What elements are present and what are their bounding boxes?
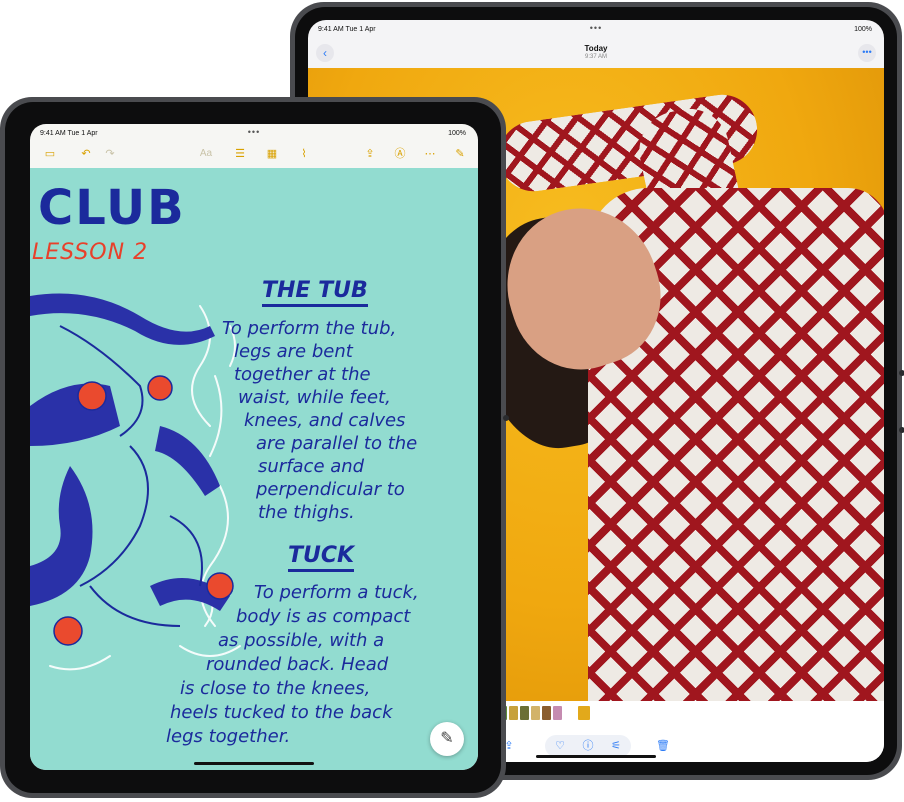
sidebar-icon[interactable]: ▭: [42, 146, 58, 162]
redo-icon[interactable]: ↷: [102, 146, 118, 162]
photos-nav-bar: ‹ Today 9:37 AM •••: [308, 40, 884, 68]
adjust-icon[interactable]: ⚟: [607, 737, 625, 755]
note-line: knees, and calves: [244, 410, 406, 431]
photo-date-title: Today: [584, 44, 608, 53]
thumbnail[interactable]: [553, 706, 562, 720]
note-drawing-canvas[interactable]: CLUB LESSON 2 THE TUB To perform the tub…: [30, 168, 478, 770]
markup-icon[interactable]: Ⓐ: [392, 146, 408, 162]
more-button[interactable]: •••: [858, 44, 876, 62]
multitask-dots[interactable]: •••: [590, 23, 602, 33]
favorite-icon[interactable]: ♡: [551, 737, 569, 755]
notes-screen: 9:41 AM Tue 1 Apr ••• 100% ▭ ↶ ↷ Aa ☰ ▦ …: [30, 124, 478, 770]
home-indicator[interactable]: [194, 762, 314, 765]
note-line: are parallel to the: [256, 433, 418, 454]
undo-icon[interactable]: ↶: [78, 146, 94, 162]
checklist-icon[interactable]: ☰: [232, 146, 248, 162]
note-line: legs are bent: [234, 341, 353, 362]
attachment-icon[interactable]: ⌇: [296, 146, 312, 162]
pencil-tool-button[interactable]: ✎: [430, 722, 464, 756]
battery-indicator: 100%: [448, 130, 466, 137]
note-line: surface and: [258, 456, 365, 477]
thumbnail-current[interactable]: [578, 706, 590, 720]
note-line: together at the: [234, 364, 371, 385]
note-line: is close to the knees,: [180, 678, 371, 699]
photo-time-subtitle: 9:37 AM: [584, 54, 607, 60]
note-line: waist, while feet,: [238, 387, 391, 408]
thumbnail[interactable]: [531, 706, 540, 720]
status-time: 9:41 AM Tue 1 Apr: [40, 130, 98, 137]
note-title: CLUB: [38, 180, 186, 236]
table-icon[interactable]: ▦: [264, 146, 280, 162]
side-button: [503, 415, 509, 421]
share-icon[interactable]: ⇪: [362, 146, 378, 162]
battery-indicator: 100%: [854, 26, 872, 33]
notes-toolbar: ▭ ↶ ↷ Aa ☰ ▦ ⌇ ⇪ Ⓐ ⋯ ✎: [30, 140, 478, 168]
side-button: [899, 427, 904, 433]
note-line: as possible, with a: [218, 630, 385, 651]
more-icon[interactable]: ⋯: [422, 146, 438, 162]
note-line: rounded back. Head: [206, 654, 389, 675]
heading-the-tub: THE TUB: [262, 278, 368, 307]
side-button: [899, 370, 904, 376]
note-line: perpendicular to: [256, 479, 405, 500]
thumbnail[interactable]: [509, 706, 518, 720]
note-lesson: LESSON 2: [32, 240, 149, 265]
thumbnail[interactable]: [520, 706, 529, 720]
photo-actions-pill: ♡ ⓘ ⚟: [545, 735, 631, 757]
delete-icon[interactable]: 🗑: [654, 737, 672, 755]
info-icon[interactable]: ⓘ: [579, 737, 597, 755]
format-button[interactable]: Aa: [198, 146, 214, 162]
note-line: the thighs.: [258, 502, 355, 523]
home-indicator[interactable]: [536, 755, 656, 758]
compose-icon[interactable]: ✎: [452, 146, 468, 162]
thumbnail[interactable]: [542, 706, 551, 720]
status-time: 9:41 AM Tue 1 Apr: [318, 26, 376, 33]
heading-tuck: TUCK: [288, 543, 355, 572]
note-line: heels tucked to the back: [170, 702, 393, 723]
note-line: To perform the tub,: [222, 318, 397, 339]
status-bar: 9:41 AM Tue 1 Apr ••• 100%: [308, 20, 884, 40]
note-line: legs together.: [166, 726, 291, 747]
multitask-dots[interactable]: •••: [248, 127, 260, 137]
note-line: To perform a tuck,: [254, 582, 419, 603]
ipad-notes-device: 9:41 AM Tue 1 Apr ••• 100% ▭ ↶ ↷ Aa ☰ ▦ …: [0, 97, 509, 798]
note-line: body is as compact: [236, 606, 411, 627]
